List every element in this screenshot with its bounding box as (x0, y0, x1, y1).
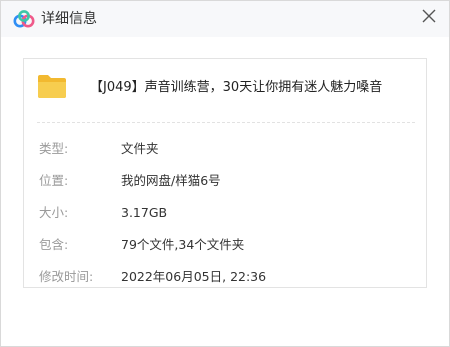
detail-row-type: 类型: 文件夹 (39, 141, 409, 173)
divider (37, 122, 415, 123)
type-value: 文件夹 (121, 141, 159, 156)
dialog-title: 详细信息 (41, 11, 97, 27)
location-label: 位置: (39, 173, 69, 188)
modified-label: 修改时间: (39, 269, 94, 284)
contains-label: 包含: (39, 237, 69, 252)
close-icon (422, 8, 436, 27)
close-button[interactable] (417, 5, 441, 29)
size-label: 大小: (39, 205, 69, 220)
detail-row-size: 大小: 3.17GB (39, 205, 409, 237)
location-value: 我的网盘/样猫6号 (121, 173, 221, 188)
detail-row-location: 位置: 我的网盘/样猫6号 (39, 173, 409, 205)
size-value: 3.17GB (121, 205, 168, 220)
details-dialog: 详细信息 【J049】声音训练营，30天让你拥有迷人魅力嗓音 类型: 文件夹 位… (0, 0, 450, 347)
contains-value: 79个文件,34个文件夹 (121, 237, 245, 252)
baidu-netdisk-cloud-icon (13, 10, 35, 28)
folder-icon (37, 73, 67, 99)
detail-row-modified: 修改时间: 2022年06月05日, 22:36 (39, 269, 409, 301)
details-panel: 【J049】声音训练营，30天让你拥有迷人魅力嗓音 类型: 文件夹 位置: 我的… (23, 58, 427, 288)
detail-row-contains: 包含: 79个文件,34个文件夹 (39, 237, 409, 269)
details-list: 类型: 文件夹 位置: 我的网盘/样猫6号 大小: 3.17GB 包含: 79个… (39, 141, 409, 301)
file-name: 【J049】声音训练营，30天让你拥有迷人魅力嗓音 (90, 80, 383, 95)
type-label: 类型: (39, 141, 69, 156)
title-bar: 详细信息 (1, 1, 449, 37)
modified-value: 2022年06月05日, 22:36 (121, 269, 267, 284)
